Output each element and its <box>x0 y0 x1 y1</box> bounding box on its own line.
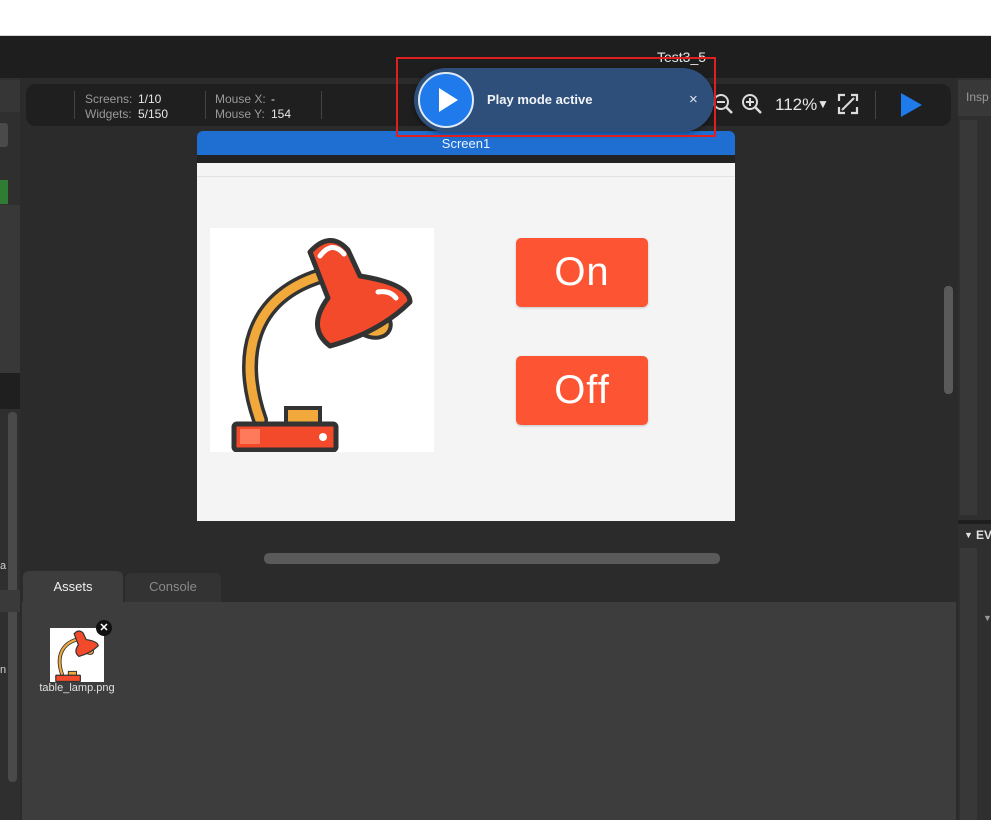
left-panel-green-button[interactable] <box>0 180 8 204</box>
widgets-value: 5/150 <box>138 107 169 121</box>
mouse-y-value: 154 <box>271 107 292 121</box>
left-panel-row[interactable] <box>0 590 20 612</box>
left-panel-label-a: a <box>0 560 7 572</box>
canvas-horizontal-scrollbar[interactable] <box>264 553 720 564</box>
collapse-icon[interactable]: ▼ <box>964 530 973 540</box>
asset-thumbnail[interactable] <box>50 628 104 683</box>
events-content <box>960 548 977 820</box>
off-button[interactable]: Off <box>516 356 648 425</box>
screens-label: Screens: <box>85 92 133 106</box>
screen-header-strip <box>197 155 735 163</box>
toolbar-separator <box>875 91 876 119</box>
toolbar-separator <box>205 91 206 119</box>
mouse-x-label: Mouse X: <box>215 92 266 106</box>
table-lamp-icon <box>231 238 413 453</box>
left-panel-divider <box>0 373 20 409</box>
left-panel-section <box>0 205 20 373</box>
on-button[interactable]: On <box>516 238 648 307</box>
left-panel-header <box>0 80 20 112</box>
left-panel-field[interactable] <box>0 123 8 147</box>
zoom-in-icon[interactable] <box>741 93 763 115</box>
highlight-box <box>396 57 716 137</box>
left-panel-label-n: n <box>0 664 7 676</box>
screen-divider <box>197 176 735 177</box>
lamp-image[interactable] <box>210 228 434 453</box>
tab-console-label: Console <box>149 579 197 594</box>
toolbar-separator <box>74 91 75 119</box>
table-lamp-icon <box>55 630 99 683</box>
top-strip <box>0 0 991 36</box>
screens-value: 1/10 <box>138 92 162 106</box>
screen-name: Screen1 <box>441 136 491 151</box>
asset-name: table_lamp.png <box>39 682 115 694</box>
zoom-level[interactable]: 112% <box>775 95 817 115</box>
widgets-label: Widgets: <box>85 107 132 121</box>
mouse-x-value: - <box>271 92 275 106</box>
tab-assets-label: Assets <box>53 579 93 594</box>
events-section-title[interactable]: EV <box>976 528 991 542</box>
canvas-vertical-scrollbar[interactable] <box>944 286 953 394</box>
toolbar-separator <box>321 91 322 119</box>
zoom-dropdown-icon[interactable]: ▼ <box>817 97 829 111</box>
inspector-content <box>960 120 977 515</box>
fit-screen-icon[interactable] <box>837 93 859 115</box>
bottom-panel <box>22 569 956 820</box>
mouse-y-label: Mouse Y: <box>215 107 265 121</box>
remove-asset-icon[interactable]: ✕ <box>96 620 112 636</box>
play-icon[interactable] <box>899 92 923 118</box>
inspector-divider <box>958 520 991 524</box>
inspector-title: Insp <box>966 90 989 104</box>
scroll-down-icon[interactable]: ▼ <box>983 613 991 623</box>
